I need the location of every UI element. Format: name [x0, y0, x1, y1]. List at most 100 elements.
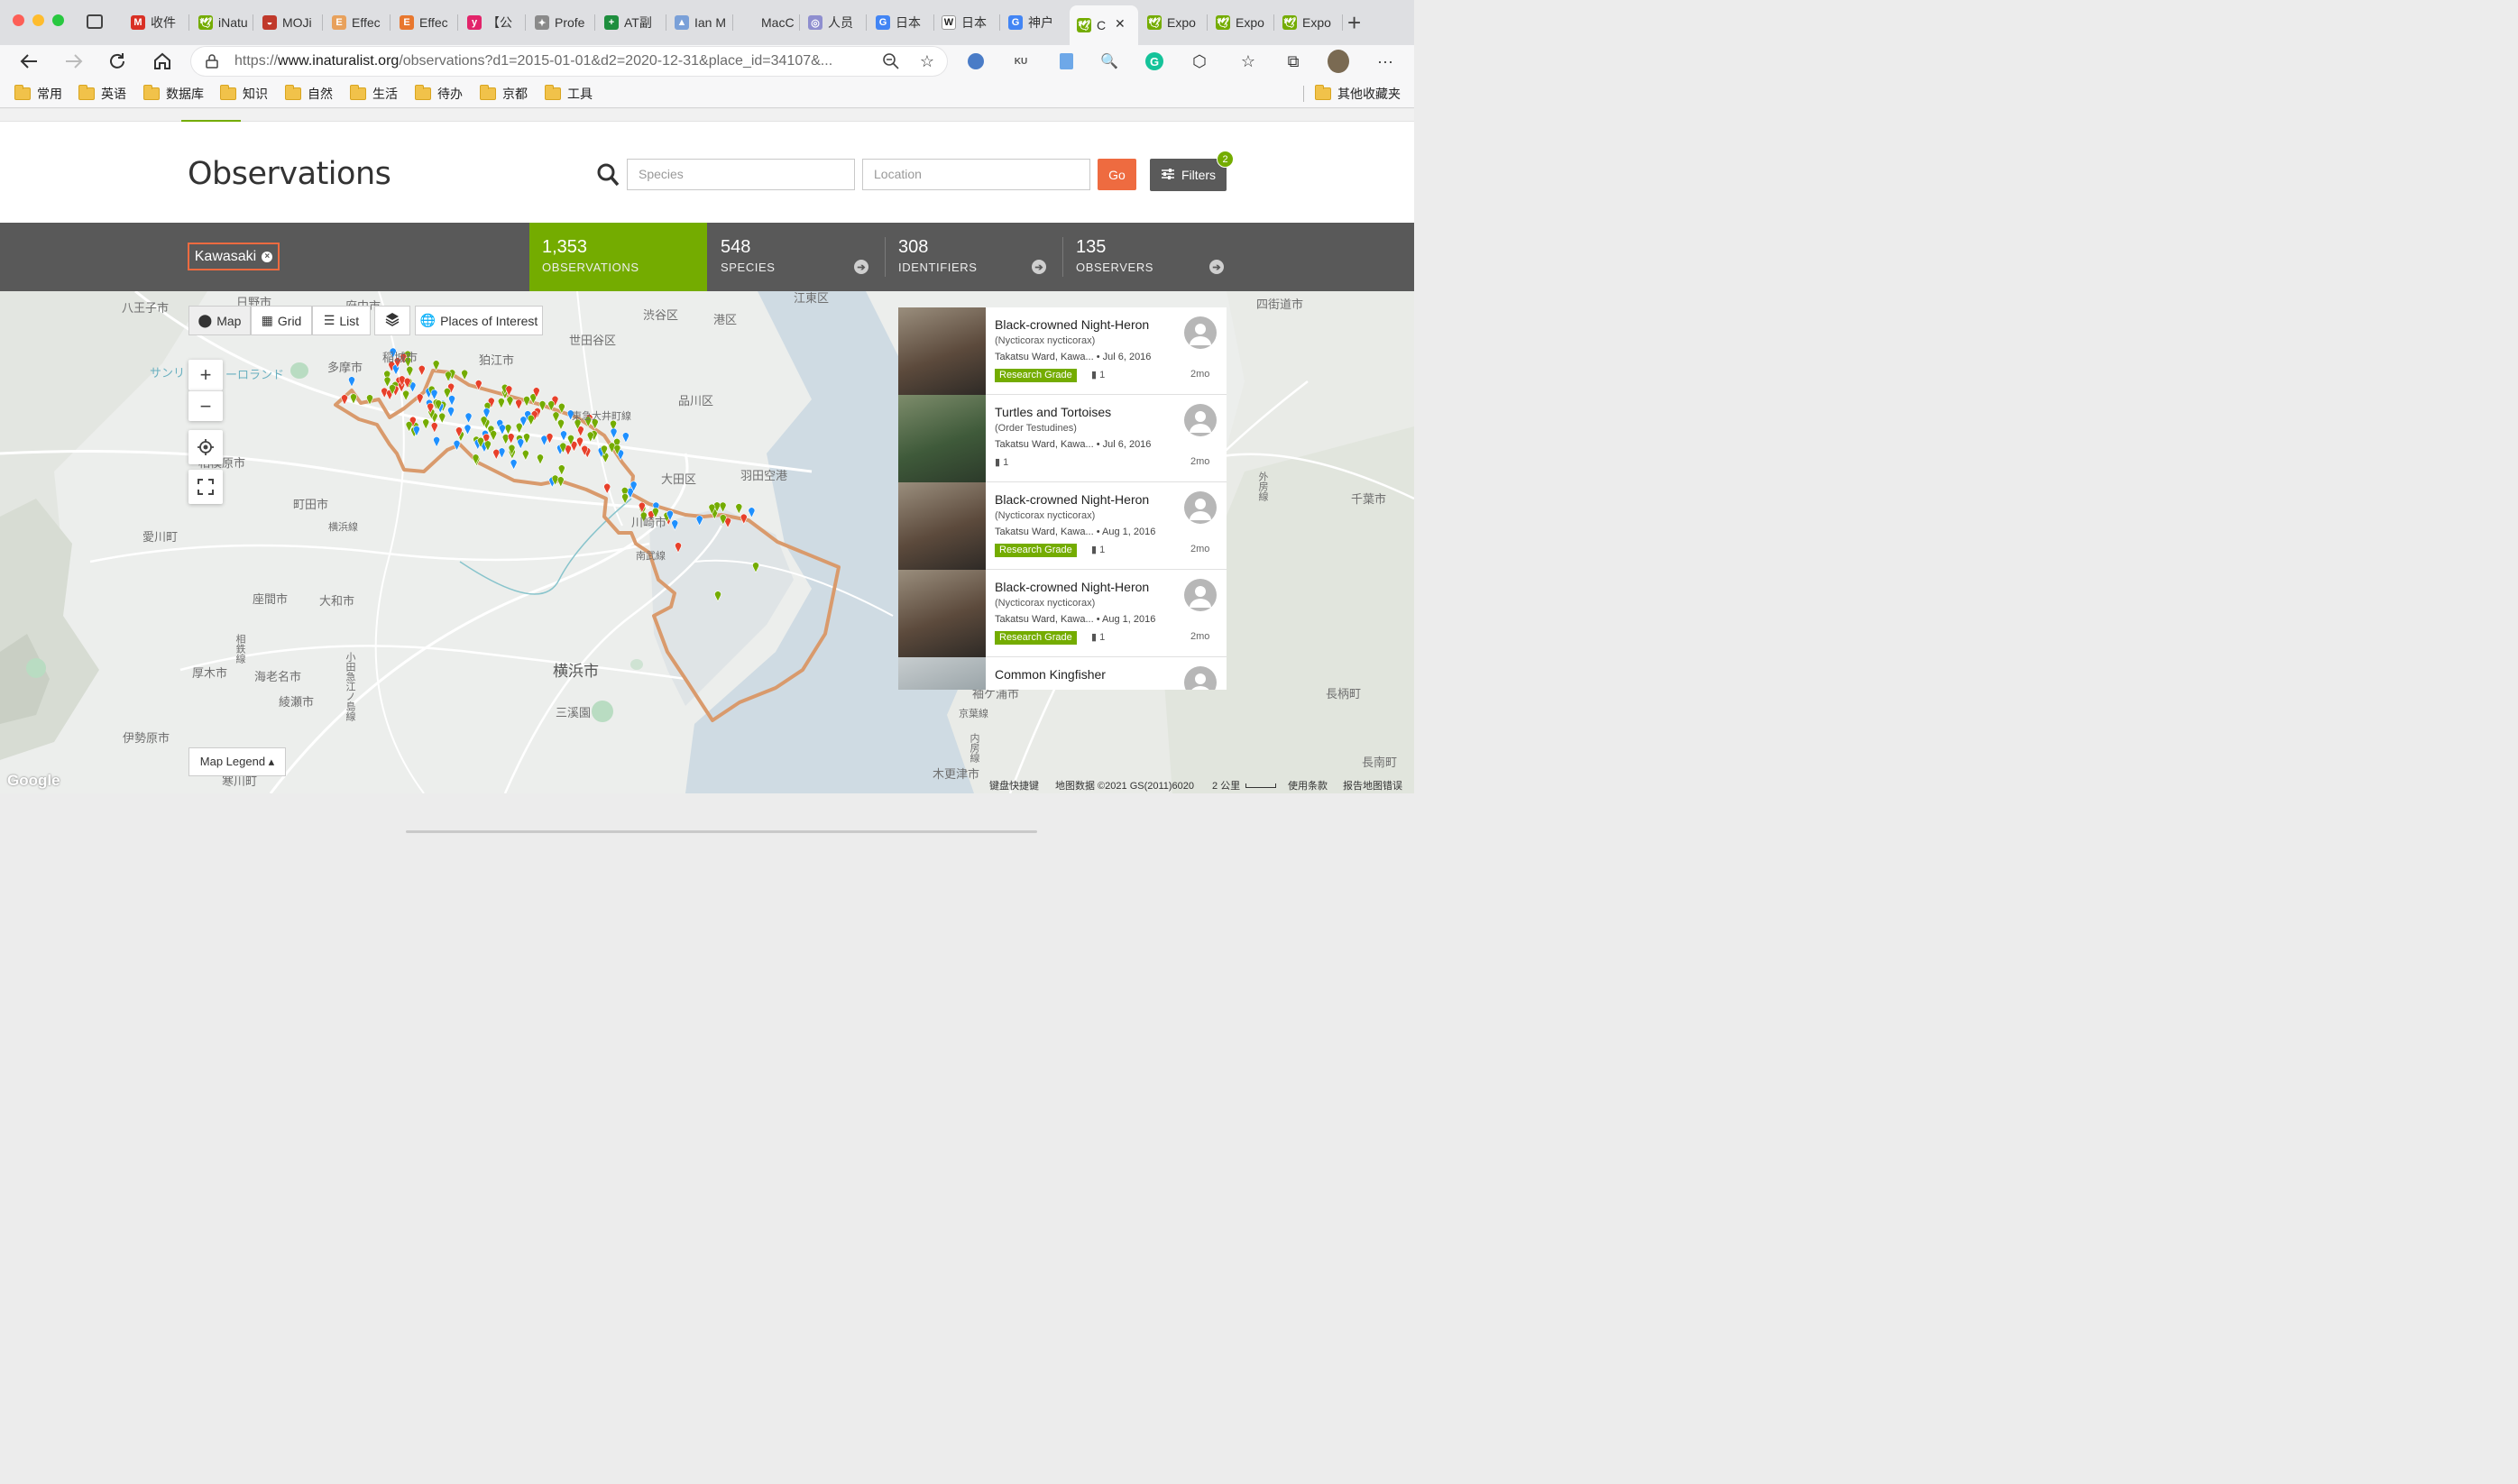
observation-pin[interactable]	[523, 396, 530, 408]
browser-tab[interactable]: ▲ Ian M	[667, 7, 731, 38]
bookmark-folder[interactable]: 知识	[220, 85, 268, 103]
map-scale[interactable]: 2 公里	[1212, 778, 1240, 792]
observation-pin[interactable]	[506, 396, 514, 408]
address-bar[interactable]: https://www.inaturalist.org/observations…	[191, 47, 947, 76]
arrow-right-icon[interactable]: ➔	[854, 260, 868, 274]
observation-pin[interactable]	[695, 515, 703, 527]
favorites-icon[interactable]: ☆	[1237, 50, 1259, 72]
locate-me-button[interactable]	[188, 430, 223, 464]
stat-identifiers[interactable]: 308 IDENTIFIERS ➔	[886, 223, 1062, 291]
grammarly-icon[interactable]: G	[1144, 50, 1165, 72]
observation-pin[interactable]	[714, 591, 721, 602]
observation-pin[interactable]	[445, 371, 452, 382]
browser-tab[interactable]: 🕊 Expo	[1208, 7, 1272, 38]
observation-common-name[interactable]: Black-crowned Night-Heron	[995, 492, 1149, 507]
observation-pin[interactable]	[510, 459, 518, 471]
observation-pin[interactable]	[498, 398, 505, 409]
location-input[interactable]: Location	[862, 159, 1090, 190]
browser-tab[interactable]: G 日本	[868, 7, 932, 38]
observation-list-item[interactable]: Black-crowned Night-Heron (Nycticorax nyc…	[898, 307, 1227, 395]
observation-pin[interactable]	[418, 365, 426, 377]
maximize-window-button[interactable]	[52, 14, 64, 26]
forward-icon[interactable]	[63, 50, 85, 72]
keyboard-shortcuts-link[interactable]: 键盘快捷键	[989, 778, 1039, 792]
observation-pin[interactable]	[748, 507, 756, 518]
observation-pin[interactable]	[490, 430, 497, 442]
extension-globe-icon[interactable]	[965, 50, 987, 72]
extension-search-icon[interactable]: 🔍	[1098, 50, 1120, 72]
arrow-right-icon[interactable]: ➔	[1209, 260, 1224, 274]
filters-button[interactable]: Filters	[1150, 159, 1227, 191]
observation-pin[interactable]	[504, 424, 512, 435]
observation-pin[interactable]	[556, 476, 565, 488]
observation-pin[interactable]	[464, 412, 473, 424]
extensions-puzzle-icon[interactable]: ⬡	[1189, 50, 1210, 72]
observation-pin[interactable]	[546, 433, 554, 444]
observation-pin[interactable]	[586, 431, 594, 443]
browser-tab[interactable]: 🕊 iNatu	[191, 7, 251, 38]
bookmark-folder[interactable]: 工具	[545, 85, 593, 103]
observation-pin[interactable]	[558, 403, 565, 415]
browser-tab[interactable]: 🕊 Expo	[1275, 7, 1340, 38]
observation-pin[interactable]	[552, 411, 560, 423]
bookmark-folder[interactable]: 生活	[350, 85, 398, 103]
layers-button[interactable]	[374, 306, 410, 335]
bookmark-folder[interactable]: 数据库	[143, 85, 204, 103]
observation-pin[interactable]	[422, 418, 429, 430]
grid-view-button[interactable]: ▦ Grid	[251, 306, 312, 335]
heron-photo[interactable]	[898, 482, 986, 570]
bookmark-folder[interactable]: 常用	[14, 85, 62, 103]
map-view-button[interactable]: ⬤ Map	[188, 306, 251, 335]
observation-pin[interactable]	[430, 422, 438, 434]
observation-pin[interactable]	[366, 394, 373, 406]
stat-species[interactable]: 548 SPECIES ➔	[708, 223, 885, 291]
observation-pin[interactable]	[438, 412, 446, 425]
observation-pin[interactable]	[621, 493, 629, 505]
observation-pin[interactable]	[740, 513, 748, 525]
home-icon[interactable]	[152, 50, 173, 72]
observation-common-name[interactable]: Common Kingfisher	[995, 667, 1106, 682]
tab-actions-icon[interactable]	[87, 14, 103, 29]
observations-map[interactable]: 八王子市日野市府中市多摩市稲城市狛江市渋谷区港区江東区世田谷区品川区大田区羽田空…	[0, 291, 1414, 793]
observation-pin[interactable]	[523, 433, 530, 444]
observation-pin[interactable]	[719, 501, 727, 513]
user-avatar-icon[interactable]	[1184, 316, 1217, 349]
observation-pin[interactable]	[453, 440, 461, 452]
observation-pin[interactable]	[430, 389, 438, 401]
browser-tab[interactable]: 🕊 C ✕	[1070, 5, 1138, 45]
more-menu-icon[interactable]: ···	[1374, 50, 1396, 72]
back-icon[interactable]	[18, 50, 40, 72]
extension-ku-icon[interactable]: KU	[1010, 50, 1032, 72]
browser-tab[interactable]: 🕊 Expo	[1140, 7, 1205, 38]
heron-photo[interactable]	[898, 307, 986, 395]
observation-pin[interactable]	[448, 395, 455, 407]
turtle-photo[interactable]	[898, 395, 986, 482]
zoom-out-button[interactable]: −	[188, 390, 223, 421]
observation-pin[interactable]	[558, 464, 565, 476]
other-bookmarks[interactable]: 其他收藏夹	[1315, 85, 1401, 103]
observation-pin[interactable]	[461, 369, 468, 381]
observation-pin[interactable]	[671, 519, 679, 531]
browser-tab[interactable]: y 【公	[460, 7, 523, 38]
observation-pin[interactable]	[560, 430, 567, 442]
terms-link[interactable]: 使用条款	[1288, 778, 1328, 792]
observation-list-item[interactable]: Common Kingfisher	[898, 657, 1227, 690]
arrow-right-icon[interactable]: ➔	[1032, 260, 1046, 274]
observation-list-item[interactable]: Turtles and Tortoises (Order Testudines) T…	[898, 395, 1227, 482]
observation-pin[interactable]	[675, 542, 682, 554]
browser-tab[interactable]: ◎ 人员	[801, 7, 864, 38]
observation-pin[interactable]	[517, 438, 525, 450]
browser-tab[interactable]: E Effec	[392, 7, 455, 38]
observation-pin[interactable]	[499, 424, 506, 435]
observation-pin[interactable]	[622, 432, 630, 444]
reload-icon[interactable]	[106, 50, 128, 72]
observation-pin[interactable]	[527, 415, 535, 426]
bookmark-folder[interactable]: 京都	[480, 85, 528, 103]
heron-photo[interactable]	[898, 570, 986, 657]
observation-pin[interactable]	[416, 393, 424, 405]
close-window-button[interactable]	[13, 14, 24, 26]
browser-tab[interactable]: E Effec	[325, 7, 388, 38]
place-filter-chip[interactable]: Kawasaki ×	[188, 243, 280, 270]
zoom-icon[interactable]	[880, 50, 902, 72]
map-legend-button[interactable]: Map Legend ▴	[188, 747, 286, 776]
